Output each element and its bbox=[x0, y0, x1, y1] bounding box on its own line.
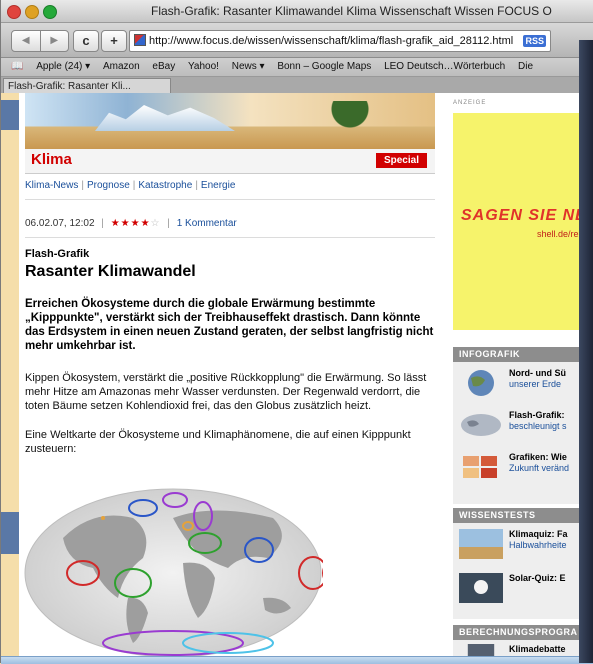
infografik-item[interactable]: Flash-Grafik: beschleunigt s bbox=[459, 410, 593, 440]
section-subnav: Klima-News | Prognose | Katastrophe | Energie bbox=[25, 180, 235, 191]
add-bookmark-button[interactable]: + bbox=[101, 30, 127, 52]
world-map-thumbnail bbox=[461, 414, 501, 436]
right-sidebar: ANZEIGE SAGEN SIE NE shell.de/re INFOGRA… bbox=[445, 93, 593, 663]
berechnung-heading: BERECHNUNGSPROGRA bbox=[453, 625, 593, 640]
tab-flash-grafik[interactable]: Flash-Grafik: Rasanter Kli... bbox=[3, 78, 171, 93]
desert-thumbnail bbox=[459, 529, 503, 559]
item-link[interactable]: Zukunft veränd bbox=[509, 463, 569, 473]
reload-button[interactable]: c bbox=[73, 30, 99, 52]
comments-link[interactable]: 1 Kommentar bbox=[177, 218, 237, 229]
klima-banner-image bbox=[25, 93, 435, 149]
special-badge[interactable]: Special bbox=[375, 153, 427, 168]
book-icon[interactable]: 📖 bbox=[11, 58, 23, 76]
browser-toolbar: ◀ ▶ c + http://www.focus.de/wissen/wisse… bbox=[1, 23, 593, 58]
address-bar[interactable]: http://www.focus.de/wissen/wissenschaft/… bbox=[129, 30, 551, 52]
zoom-window-button[interactable] bbox=[43, 5, 57, 19]
solar-thumbnail bbox=[459, 573, 503, 603]
bookmark-bonn-maps[interactable]: Bonn – Google Maps bbox=[277, 58, 371, 76]
page-left-margin bbox=[1, 93, 19, 663]
section-header: Klima Special bbox=[25, 149, 435, 174]
wissenstests-list: Klimaquiz: Fa Halbwahrheite Solar-Quiz: … bbox=[453, 523, 593, 619]
left-blue-block-bottom bbox=[1, 512, 19, 554]
meta-separator: | bbox=[101, 218, 104, 229]
item-link[interactable]: unserer Erde bbox=[509, 379, 561, 389]
ad-label: ANZEIGE bbox=[453, 100, 487, 106]
bookmark-apple[interactable]: Apple (24) ▾ bbox=[36, 58, 90, 76]
title-bar: Flash-Grafik: Rasanter Klimawandel Klima… bbox=[1, 0, 593, 23]
ad-url: shell.de/re bbox=[537, 229, 579, 239]
divider bbox=[25, 237, 435, 238]
item-title: Klimadebatte bbox=[509, 644, 566, 654]
item-title: Nord- und Sü bbox=[509, 368, 566, 378]
shell-advertisement[interactable]: SAGEN SIE NE shell.de/re bbox=[453, 113, 593, 330]
item-title: Grafiken: Wie bbox=[509, 452, 567, 462]
item-link[interactable]: beschleunigt s bbox=[509, 421, 567, 431]
back-button[interactable]: ◀ bbox=[12, 31, 41, 51]
article-kicker: Flash-Grafik bbox=[25, 248, 90, 260]
bookmark-ebay[interactable]: eBay bbox=[152, 58, 175, 76]
right-window-edge bbox=[579, 40, 593, 663]
article-body-paragraph: Kippen Ökosystem, verstärkt die „positiv… bbox=[25, 372, 427, 412]
minimize-window-button[interactable] bbox=[25, 5, 39, 19]
infografik-item[interactable]: Nord- und Sü unserer Erde bbox=[459, 368, 593, 398]
ad-headline: SAGEN SIE NE bbox=[461, 207, 587, 224]
subnav-prognose[interactable]: Prognose bbox=[87, 180, 130, 191]
stars-filled: ★★★★ bbox=[110, 218, 151, 229]
divider bbox=[25, 199, 435, 200]
back-forward-buttons: ◀ ▶ bbox=[11, 30, 69, 52]
subnav-separator: | bbox=[81, 180, 84, 191]
article-body-paragraph: Eine Weltkarte der Ökosysteme und Klimap… bbox=[25, 429, 411, 455]
item-title: Flash-Grafik: bbox=[509, 410, 565, 420]
infografik-heading: INFOGRAFIK bbox=[453, 347, 593, 362]
subnav-separator: | bbox=[132, 180, 136, 191]
address-url: http://www.focus.de/wissen/wissenschaft/… bbox=[149, 35, 514, 47]
subnav-klima-news[interactable]: Klima-News bbox=[25, 180, 78, 191]
iceberg-graphic bbox=[95, 105, 235, 131]
item-title: Klimaquiz: Fa bbox=[509, 529, 568, 539]
close-window-button[interactable] bbox=[7, 5, 21, 19]
infografik-list: Nord- und Sü unserer Erde Flash-Grafik: … bbox=[453, 362, 593, 504]
article-meta: 06.02.07, 12:02 | ★★★★☆ | 1 Kommentar bbox=[25, 218, 237, 229]
article-lead: Erreichen Ökosysteme durch die globale E… bbox=[25, 298, 434, 352]
forward-button[interactable]: ▶ bbox=[41, 31, 69, 51]
site-favicon-icon bbox=[134, 34, 146, 46]
wissenstests-item[interactable]: Solar-Quiz: E bbox=[459, 573, 593, 603]
bookmarks-bar: 📖 Apple (24) ▾ Amazon eBay Yahoo! News ▾… bbox=[1, 58, 593, 77]
world-map-tipping-points[interactable] bbox=[23, 478, 323, 658]
tab-bar: Flash-Grafik: Rasanter Kli... bbox=[1, 77, 593, 94]
item-link[interactable]: Halbwahrheite bbox=[509, 540, 567, 550]
infografik-item[interactable]: Grafiken: Wie Zukunft veränd bbox=[459, 452, 593, 482]
meta-separator: | bbox=[167, 218, 170, 229]
subnav-katastrophe[interactable]: Katastrophe bbox=[138, 180, 192, 191]
subnav-separator: | bbox=[195, 180, 198, 191]
palm-tree-graphic bbox=[325, 101, 375, 141]
section-title[interactable]: Klima bbox=[31, 151, 72, 168]
article-date: 06.02.07, 12:02 bbox=[25, 218, 95, 229]
page-content: Klima Special Klima-News | Prognose | Katast… bbox=[19, 93, 593, 663]
left-blue-block-top bbox=[1, 100, 19, 130]
bookmark-news[interactable]: News ▾ bbox=[232, 58, 265, 76]
bookmark-yahoo[interactable]: Yahoo! bbox=[188, 58, 219, 76]
globe-thumbnail bbox=[468, 370, 494, 396]
article-headline: Rasanter Klimawandel bbox=[25, 263, 196, 280]
browser-window: Flash-Grafik: Rasanter Klimawandel Klima… bbox=[0, 0, 593, 664]
heatmap-thumbnail bbox=[463, 456, 497, 478]
bookmark-leo[interactable]: LEO Deutsch…Wörterbuch bbox=[384, 58, 505, 76]
subnav-energie[interactable]: Energie bbox=[201, 180, 235, 191]
stars-empty: ☆ bbox=[150, 218, 161, 229]
bookmark-die[interactable]: Die bbox=[518, 58, 533, 76]
wissenstests-item[interactable]: Klimaquiz: Fa Halbwahrheite bbox=[459, 529, 593, 559]
rating-stars[interactable]: ★★★★☆ bbox=[111, 218, 161, 229]
rss-icon[interactable]: RSS bbox=[523, 35, 546, 47]
wissenstests-heading: WISSENSTESTS bbox=[453, 508, 593, 523]
window-title: Flash-Grafik: Rasanter Klimawandel Klima… bbox=[151, 4, 552, 18]
item-title: Solar-Quiz: E bbox=[509, 573, 566, 583]
bookmark-amazon[interactable]: Amazon bbox=[103, 58, 140, 76]
